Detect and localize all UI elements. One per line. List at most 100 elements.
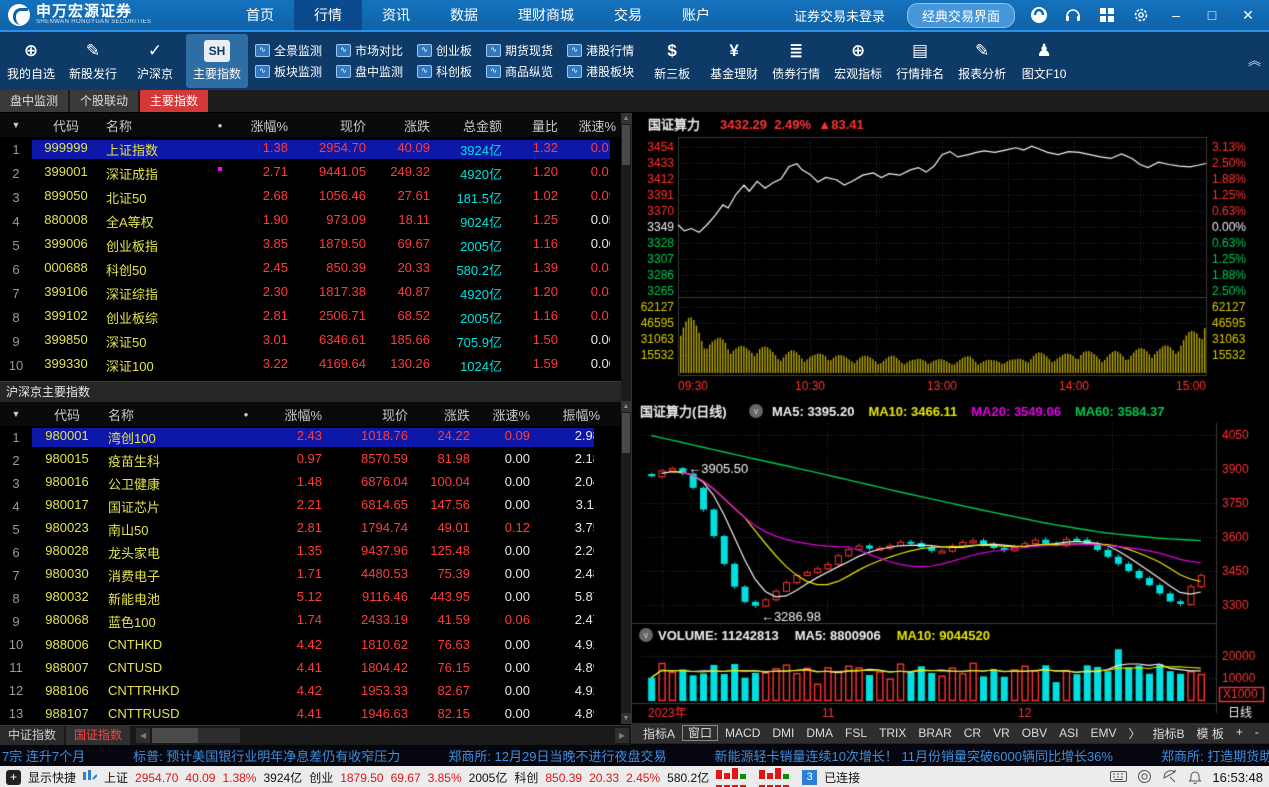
indicator-DMI[interactable]: DMI [767,726,799,740]
tool-宏观指标[interactable]: ⊕ 宏观指标 [827,34,889,88]
tool-新股发行[interactable]: ✎ 新股发行 [62,34,124,88]
table-row-988007[interactable]: 11988007CNTUSD4.411804.4276.150.004.89 [0,656,631,679]
table-row-980001[interactable]: 1980001湾创1002.431018.7624.220.092.98 [0,426,631,449]
tool-港股板块[interactable]: ∿ 港股板块 [567,63,634,80]
quick-toggle[interactable]: 显示快捷 [28,769,76,786]
tool-创业板[interactable]: ∿ 创业板 [417,42,472,59]
tool-基金理财[interactable]: ¥ 基金理财 [703,34,765,88]
minimize-button[interactable]: – [1165,7,1187,23]
hscroll-track[interactable] [152,728,241,743]
indicator-窗口[interactable]: 窗口 [682,725,719,741]
table-row-899050[interactable]: 3 899050 北证50 2.68 1056.46 27.61 181.5亿 1.02 0.0… [0,185,631,209]
tool-科创板[interactable]: ∿ 科创板 [417,63,472,80]
hscroll-right-icon[interactable]: ▶ [615,728,629,743]
bell-icon[interactable] [1188,769,1202,787]
table-row-980030[interactable]: 7980030消费电子1.714480.5375.390.002.48 [0,564,631,587]
connection-count-badge[interactable]: 3 [802,770,818,785]
toolbar-collapse-button[interactable]: ︽ [1248,54,1261,67]
indicator--[interactable]: - [1250,725,1264,742]
table-row-399850[interactable]: 9 399850 深证50 3.01 6346.61 185.66 705.9亿 1.50 0.… [0,329,631,353]
table-row-000688[interactable]: 6000688科创502.45850.3920.33580.2亿1.390.03 [0,257,631,281]
grid-icon[interactable] [1097,5,1117,25]
table-row-988006[interactable]: 10988006CNTHKD4.421810.6276.630.004.92 [0,633,631,656]
daily-kline-chart[interactable] [632,401,1269,723]
indicator-BRAR[interactable]: BRAR [913,726,956,740]
tool-新三板[interactable]: $ 新三板 [641,34,703,88]
subtab-盘中监测[interactable]: 盘中监测 [0,90,69,112]
ticker-item[interactable]: 7宗 连升7个月 [2,746,85,765]
tool-盘中监测[interactable]: ∿ 盘中监测 [336,63,403,80]
menu-item-理财商城[interactable]: 理财商城 [498,0,594,30]
tool-债券行情[interactable]: ≣ 债券行情 [765,34,827,88]
tool-市场对比[interactable]: ∿ 市场对比 [336,42,403,59]
table-row-980016[interactable]: 3980016公卫健康1.486876.04100.040.002.04 [0,472,631,495]
headset-icon[interactable] [1063,5,1083,25]
table-row-980032[interactable]: 8980032新能电池5.129116.46443.950.005.87 [0,587,631,610]
indicator-CR[interactable]: CR [959,726,986,740]
bottom-tab-国证指数[interactable]: 国证指数 [66,726,131,745]
indicator-ASI[interactable]: ASI [1054,726,1083,740]
add-quick-button[interactable]: + [6,770,21,785]
scroll-up-icon[interactable]: ▲ [621,113,631,124]
table-row-399106[interactable]: 7399106深证综指2.301817.3840.874920亿1.200.03 [0,281,631,305]
satellite-icon[interactable] [1162,769,1178,786]
table-row-399001[interactable]: 2 399001 深证成指 2.71 9441.05 249.32 4920亿 1.20 0.0… [0,161,631,185]
menu-item-行情[interactable]: 行情 [294,0,362,30]
table-row-980015[interactable]: 2980015疫苗生科0.978570.5981.980.002.18 [0,449,631,472]
indicator-指标B[interactable]: 指标B [1147,725,1189,742]
menu-item-资讯[interactable]: 资讯 [362,0,430,30]
table1-header[interactable]: ▼ 代码 名称 • 涨幅% 现价 涨跌 总金额 量比 涨速% [0,113,631,137]
menu-item-交易[interactable]: 交易 [594,0,662,30]
table-row-980068[interactable]: 9980068蓝色1001.742433.1941.590.062.47 [0,610,631,633]
tool-沪深京[interactable]: ✓ 沪深京 [124,34,186,88]
table-row-980023[interactable]: 5980023南山502.811794.7449.010.123.75 [0,518,631,541]
indicator-指标A[interactable]: 指标A [638,725,680,742]
ticker-item[interactable]: 新能源轻卡销量连续10次增长！ 11月份销量突破6000辆同比增长36% [714,746,1113,765]
keyboard-icon[interactable] [1110,770,1128,786]
indicator-EMV[interactable]: EMV [1085,726,1121,740]
table-row-980028[interactable]: 6980028龙头家电1.359437.96125.480.002.26 [0,541,631,564]
indicator-DMA[interactable]: DMA [801,726,838,740]
indicator-+[interactable]: + [1231,725,1248,742]
table-row-880008[interactable]: 4880008全A等权1.90973.0918.119024亿1.250.05 [0,209,631,233]
scroll-up-icon[interactable]: ▲ [621,401,631,412]
tool-港股行情[interactable]: ∿ 港股行情 [567,42,634,59]
tool-期货现货[interactable]: ∿ 期货现货 [486,42,553,59]
voice-icon[interactable] [1137,769,1152,787]
tool-主要指数[interactable]: SH 主要指数 [186,34,248,88]
maximize-button[interactable]: □ [1201,7,1223,23]
table-row-999999[interactable]: 1999999上证指数1.382954.7040.093924亿1.320.01 [0,137,631,161]
tool-我的自选[interactable]: ⊕ 我的自选 [0,34,62,88]
close-button[interactable]: ✕ [1237,7,1259,24]
ticker-item[interactable]: 郑商所: 打造期货助农“麦盖提样本”为实 [1161,746,1269,765]
ticker-item[interactable]: 标普: 预计美国银行业明年净息差仍有收窄压力 [133,746,400,765]
table-row-399006[interactable]: 5399006创业板指3.851879.5069.672005亿1.160.00 [0,233,631,257]
classic-trade-button[interactable]: 经典交易界面 [906,2,1015,28]
tool-商品纵览[interactable]: ∿ 商品纵览 [486,63,553,80]
scroll-down-icon[interactable]: ▼ [621,713,631,724]
table2-header[interactable]: ▼ 代码 名称 • 涨幅% 现价 涨跌 涨速% 振幅% [0,402,631,426]
indicator-〉[interactable]: 〉 [1123,725,1145,742]
tool-图文F10[interactable]: ♟ 图文F10 [1013,34,1075,88]
ticker-item[interactable]: 郑商所: 12月29日当晚不进行夜盘交易 [448,746,666,765]
tool-报表分析[interactable]: ✎ 报表分析 [951,34,1013,88]
indicator-TRIX[interactable]: TRIX [874,726,911,740]
indicator-MACD[interactable]: MACD [720,726,765,740]
indicator-OBV[interactable]: OBV [1017,726,1052,740]
table-row-980017[interactable]: 4980017国证芯片2.216814.65147.560.003.11 [0,495,631,518]
table-row-988106[interactable]: 12988106CNTTRHKD4.421953.3382.670.004.92 [0,679,631,702]
tool-板块监测[interactable]: ∿ 板块监测 [255,63,322,80]
hscroll-left-icon[interactable]: ◀ [136,728,151,743]
indicator-模 板[interactable]: 模 板 [1192,725,1229,742]
indicator-FSL[interactable]: FSL [840,726,872,740]
tool-全景监测[interactable]: ∿ 全景监测 [255,42,322,59]
table-row-988107[interactable]: 13988107CNTTRUSD4.411946.6382.150.004.89 [0,702,631,725]
table2-scrollbar[interactable]: ▲ ▼ [621,401,631,724]
subtab-个股联动[interactable]: 个股联动 [70,90,139,112]
menu-item-首页[interactable]: 首页 [226,0,294,30]
indicator-VR[interactable]: VR [988,726,1015,740]
brand-small-icon[interactable] [1029,5,1049,25]
gear-icon[interactable] [1131,5,1151,25]
subtab-主要指数[interactable]: 主要指数 [140,90,209,112]
intraday-chart[interactable] [632,113,1269,401]
